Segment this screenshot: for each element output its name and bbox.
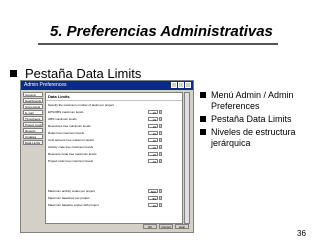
spinner-icon[interactable] — [159, 117, 162, 121]
limit-label: Maximum baselines per project — [48, 196, 90, 200]
limit-label: OBS maximum levels — [48, 117, 77, 121]
limit-row: Activity code tree maximum levels 15 — [48, 144, 180, 150]
limit-label: Maximum activity codes per project — [48, 189, 95, 193]
limit-row: Project code tree maximum levels 15 — [48, 158, 180, 164]
limit-value-input[interactable]: 15 — [148, 117, 158, 122]
limit-label: Specify the maximum number of tasks per … — [48, 103, 114, 107]
spinner-icon[interactable] — [159, 138, 162, 142]
limit-row: Maximum activity codes per project 500 — [48, 188, 180, 194]
spinner-icon[interactable] — [159, 152, 162, 156]
admin-preferences-window: Admin Preferences General Dashboards Sco… — [20, 80, 194, 233]
spinner-icon[interactable] — [159, 124, 162, 128]
limit-value-input[interactable]: 15 — [148, 138, 158, 143]
limit-label: Activity code tree maximum levels — [48, 145, 94, 149]
limit-row: Specify the maximum number of tasks per … — [48, 102, 180, 108]
nav-item-project-costs[interactable]: Project Costs — [23, 122, 43, 127]
limit-row: Resources tree maximum levels 15 — [48, 123, 180, 129]
limit-value-input[interactable]: 15 — [148, 145, 158, 150]
nav-item-dashboards[interactable]: Dashboards — [23, 98, 43, 103]
spinner-icon[interactable] — [159, 110, 162, 114]
dialog-buttons: OK Cancel Help — [143, 224, 189, 229]
help-button[interactable]: Help — [175, 224, 189, 229]
limit-label: Resources tree maximum levels — [48, 124, 91, 128]
main-bullet-text: Pestaña Data Limits — [25, 66, 142, 81]
minimize-icon[interactable] — [171, 82, 177, 88]
limit-value-input[interactable]: 15 — [148, 203, 158, 208]
close-icon[interactable] — [185, 82, 191, 88]
limit-label: EPS/OBS maximum levels — [48, 110, 84, 114]
side-bullet-item: Pestaña Data Limits — [200, 114, 318, 125]
bullet-square-icon — [200, 116, 206, 122]
spinner-icon[interactable] — [159, 145, 162, 149]
limit-label: Maximum baseline copies with project — [48, 203, 99, 207]
nav-item-updates[interactable]: Updates — [23, 134, 43, 139]
ok-button[interactable]: OK — [143, 224, 157, 229]
limit-label: Roles tree maximum levels — [48, 131, 85, 135]
window-title: Admin Preferences — [24, 82, 67, 88]
page-number: 36 — [297, 229, 306, 238]
nav-item-reports[interactable]: Reports — [23, 128, 43, 133]
vertical-scrollbar[interactable] — [184, 92, 190, 224]
side-bullet-item: Niveles de estructura jerárquica — [200, 127, 318, 149]
limit-value-input[interactable]: 15 — [148, 152, 158, 157]
side-bullet-text: Niveles de estructura jerárquica — [211, 127, 296, 148]
limit-value-input[interactable]: 500 — [148, 189, 158, 194]
limit-row: Resource code tree maximum levels 15 — [48, 151, 180, 157]
bullet-square-icon — [10, 70, 17, 77]
nav-item-general[interactable]: General — [23, 92, 43, 97]
spinner-icon[interactable] — [159, 131, 162, 135]
limit-value-input[interactable]: 15 — [148, 131, 158, 136]
side-bullet-text: Pestaña Data Limits — [211, 114, 292, 124]
limit-label: Cost account tree maximum levels — [48, 138, 94, 142]
spinner-icon[interactable] — [159, 189, 162, 193]
limit-value-input[interactable]: 15 — [148, 159, 158, 164]
side-bullet-item: Menú Admin / Admin Preferences — [200, 90, 318, 112]
limit-row: Cost account tree maximum levels 15 — [48, 137, 180, 143]
data-limits-panel: Data Limits Specify the maximum number o… — [45, 92, 183, 224]
preferences-nav: General Dashboards Scorecards E-mail Tim… — [23, 92, 43, 146]
limit-label: Project code tree maximum levels — [48, 159, 94, 163]
main-bullet: Pestaña Data Limits — [10, 66, 141, 81]
limit-row: Maximum baseline copies with project 15 — [48, 202, 180, 208]
limit-label: Resource code tree maximum levels — [48, 152, 97, 156]
section-header: Data Limits — [46, 93, 182, 101]
spinner-icon[interactable] — [159, 196, 162, 200]
nav-item-scorecards[interactable]: Scorecards — [23, 104, 43, 109]
nav-item-data-limits[interactable]: Data Limits — [23, 140, 43, 145]
limit-value-input[interactable]: 15 — [148, 110, 158, 115]
maximize-icon[interactable] — [178, 82, 184, 88]
limit-row: Maximum baselines per project 50 — [48, 195, 180, 201]
limit-row: Roles tree maximum levels 15 — [48, 130, 180, 136]
window-controls — [171, 82, 191, 88]
bullet-square-icon — [200, 92, 206, 98]
bullet-square-icon — [200, 129, 206, 135]
nav-item-timesheets[interactable]: Timesheets — [23, 116, 43, 121]
limit-value-input[interactable]: 15 — [148, 124, 158, 129]
limit-row: OBS maximum levels 15 — [48, 116, 180, 122]
side-bullet-text: Menú Admin / Admin Preferences — [211, 90, 294, 111]
limit-value-input[interactable]: 50 — [148, 196, 158, 201]
spinner-icon[interactable] — [159, 159, 162, 163]
spinner-icon[interactable] — [159, 203, 162, 207]
limit-row: EPS/OBS maximum levels 15 — [48, 109, 180, 115]
slide-title: 5. Preferencias Administrativas — [50, 23, 273, 40]
title-divider — [38, 43, 278, 45]
side-bullets: Menú Admin / Admin Preferences Pestaña D… — [200, 90, 318, 151]
cancel-button[interactable]: Cancel — [159, 224, 173, 229]
window-titlebar: Admin Preferences — [21, 81, 193, 90]
nav-item-email[interactable]: E-mail — [23, 110, 43, 115]
